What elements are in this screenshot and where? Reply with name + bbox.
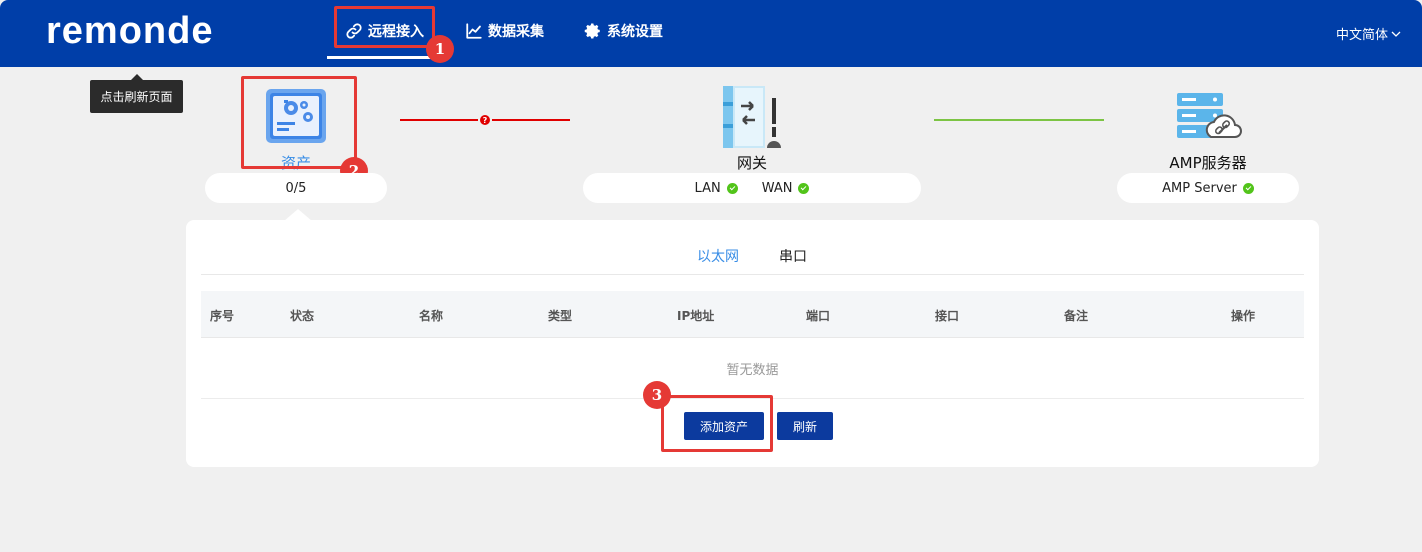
lan-ok-icon [726,182,738,194]
language-label: 中文简体 [1335,28,1388,43]
server-cloud-icon [1177,93,1242,138]
server-status-label: AMP Server [1162,180,1237,196]
server-status-pill: AMP Server [1117,173,1299,203]
brand-logo[interactable]: remonde [46,10,213,53]
chart-line-icon [466,23,482,39]
annotation-box-3 [661,395,773,452]
col-name: 名称 [419,309,444,323]
language-selector[interactable]: 中文简体 [1336,24,1402,43]
col-interface: 接口 [935,309,960,323]
gateway-node[interactable] [721,84,785,154]
nav-data-collection[interactable]: 数据采集 [465,18,544,44]
tab-serial[interactable]: 串口 [779,246,807,266]
nav-system-settings[interactable]: 系统设置 [584,18,663,44]
tab-ethernet[interactable]: 以太网 [697,246,739,266]
nav-label: 数据采集 [488,24,544,40]
nav-active-indicator [327,56,443,59]
wan-label: WAN [761,180,793,196]
link-error-icon[interactable]: ? [480,115,490,125]
asset-count: 0/5 [285,180,307,196]
link-gateway-server [934,119,1104,121]
col-ip: IP地址 [677,309,715,323]
server-ok-icon [1242,182,1254,194]
wan-ok-icon [798,182,810,194]
nav-label: 系统设置 [607,24,663,40]
asset-count-pill: 0/5 [205,173,387,203]
col-actions: 操作 [1231,309,1256,323]
table-empty: 暂无数据 [201,339,1304,399]
annotation-box-1 [334,6,435,48]
chevron-down-icon [1391,31,1401,37]
table-header: 序号 状态 名称 类型 IP地址 端口 接口 备注 操作 [201,291,1304,338]
col-port: 端口 [806,309,831,323]
tab-bar: 以太网 串口 [201,240,1304,275]
col-type: 类型 [548,309,573,323]
annotation-box-2 [241,76,357,169]
gateway-status-pill: LAN WAN [583,173,921,203]
server-label: AMP服务器 [1169,154,1247,172]
lan-label: LAN [694,180,721,196]
col-remark: 备注 [1064,309,1089,323]
gateway-label: 网关 [736,154,767,172]
annotation-badge-1: 1 [426,35,454,63]
refresh-tooltip: 点击刷新页面 [90,74,183,113]
col-status: 状态 [290,309,315,323]
top-navbar: remonde 远程接入 数据采集 系统设置 中文简体 [0,0,1422,67]
col-index: 序号 [210,309,235,323]
annotation-badge-3: 3 [643,381,671,409]
server-node[interactable] [1175,91,1243,145]
gear-icon [584,23,600,39]
refresh-button[interactable]: 刷新 [777,412,833,440]
gateway-icon [723,86,781,148]
